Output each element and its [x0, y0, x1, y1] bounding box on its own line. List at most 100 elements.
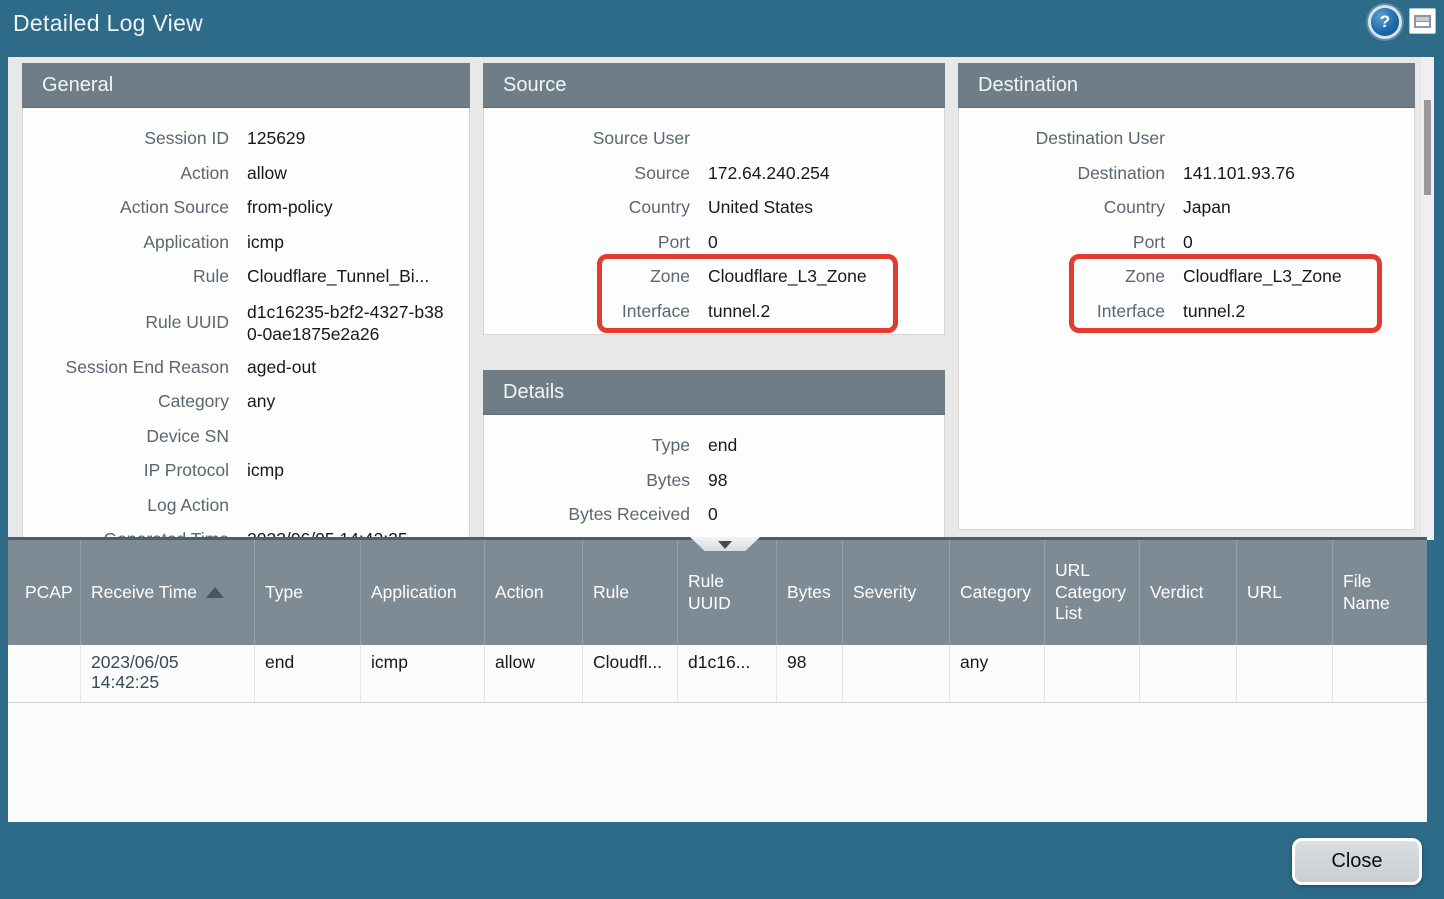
field-value: end [708, 428, 745, 463]
row-bytes: Bytes 98 [484, 463, 944, 498]
detail-region-scrollbar[interactable] [1420, 57, 1434, 540]
column-header-verdict[interactable]: Verdict [1140, 540, 1237, 645]
help-icon[interactable]: ? [1371, 8, 1399, 36]
field-value: any [247, 384, 283, 419]
general-panel-body: Session ID 125629 Action allow Action So… [22, 108, 470, 540]
field-label: Type [484, 428, 690, 463]
column-header-category[interactable]: Category [950, 540, 1045, 645]
field-value: 172.64.240.254 [708, 156, 838, 191]
field-label: Zone [484, 259, 690, 294]
cell-category: any [950, 645, 1045, 702]
column-header-pcap[interactable]: PCAP [8, 540, 81, 645]
column-header-severity[interactable]: Severity [843, 540, 950, 645]
field-value: allow [247, 156, 295, 191]
source-panel-header: Source [483, 63, 945, 108]
cell-url-category-list [1045, 645, 1140, 702]
field-label: Application [23, 225, 229, 260]
scrollbar-thumb[interactable] [1424, 100, 1431, 195]
row-session-end-reason: Session End Reason aged-out [23, 350, 469, 385]
column-header-bytes[interactable]: Bytes [777, 540, 843, 645]
row-source-zone: Zone Cloudflare_L3_Zone [484, 259, 944, 294]
column-header-url[interactable]: URL [1237, 540, 1333, 645]
collapse-arrow-icon [718, 541, 732, 549]
field-label: Interface [484, 294, 690, 329]
cell-receive-time: 2023/06/05 14:42:25 [81, 645, 255, 702]
cell-severity [843, 645, 950, 702]
column-header-receive-time[interactable]: Receive Time [81, 540, 255, 645]
column-label: Type [265, 582, 303, 604]
source-panel: Source Source User Source 172.64.240.254… [483, 63, 945, 335]
log-table: PCAP Receive Time Type Application Actio… [8, 537, 1427, 822]
window-icon-glyph [1414, 15, 1431, 28]
column-header-file-name[interactable]: File Name [1333, 540, 1427, 645]
column-header-action[interactable]: Action [485, 540, 583, 645]
row-source-country: Country United States [484, 190, 944, 225]
row-destination: Destination 141.101.93.76 [959, 156, 1414, 191]
field-label: Rule UUID [23, 294, 229, 350]
field-label: Zone [959, 259, 1165, 294]
column-label: URL Category List [1055, 560, 1129, 626]
field-value [247, 488, 255, 523]
field-value: from-policy [247, 190, 341, 225]
row-destination-zone: Zone Cloudflare_L3_Zone [959, 259, 1414, 294]
details-panel-header: Details [483, 370, 945, 415]
column-label: Rule UUID [688, 571, 766, 615]
field-value: Cloudflare_L3_Zone [1183, 259, 1350, 294]
row-session-id: Session ID 125629 [23, 121, 469, 156]
source-panel-body: Source User Source 172.64.240.254 Countr… [483, 108, 945, 335]
field-label: Destination User [959, 121, 1165, 156]
details-panel: Details Type end Bytes 98 Bytes Received… [483, 370, 945, 540]
field-value: 141.101.93.76 [1183, 156, 1303, 191]
field-value: icmp [247, 453, 292, 488]
row-device-sn: Device SN [23, 419, 469, 454]
column-header-type[interactable]: Type [255, 540, 361, 645]
field-label: IP Protocol [23, 453, 229, 488]
destination-zone-highlight-box: Zone Cloudflare_L3_Zone Interface tunnel… [959, 259, 1414, 328]
cell-rule: Cloudfl... [583, 645, 678, 702]
row-destination-country: Country Japan [959, 190, 1414, 225]
help-icon-glyph: ? [1380, 12, 1390, 32]
field-label: Country [959, 190, 1165, 225]
field-value [708, 121, 716, 156]
field-label: Bytes Received [484, 497, 690, 532]
row-action-source: Action Source from-policy [23, 190, 469, 225]
window-icon[interactable] [1409, 8, 1436, 34]
column-header-rule-uuid[interactable]: Rule UUID [678, 540, 777, 645]
row-bytes-received: Bytes Received 0 [484, 497, 944, 532]
field-value: 125629 [247, 121, 313, 156]
field-value [247, 419, 255, 454]
row-log-action: Log Action [23, 488, 469, 523]
field-value: Japan [1183, 190, 1239, 225]
cell-action: allow [485, 645, 583, 702]
cell-pcap [8, 645, 81, 702]
field-value: d1c16235-b2f2-4327-b380-0ae1875e2a26 [247, 294, 459, 350]
source-zone-highlight-box: Zone Cloudflare_L3_Zone Interface tunnel… [484, 259, 944, 328]
field-label: Port [959, 225, 1165, 260]
close-button[interactable]: Close [1292, 838, 1422, 885]
destination-panel-header: Destination [958, 63, 1415, 108]
cell-application: icmp [361, 645, 485, 702]
column-header-rule[interactable]: Rule [583, 540, 678, 645]
field-value: 0 [708, 497, 726, 532]
row-destination-user: Destination User [959, 121, 1414, 156]
column-label: File Name [1343, 571, 1417, 615]
row-ip-protocol: IP Protocol icmp [23, 453, 469, 488]
field-label: Bytes [484, 463, 690, 498]
column-label: Receive Time [91, 582, 197, 604]
field-label: Source User [484, 121, 690, 156]
cell-url [1237, 645, 1333, 702]
column-label: Action [495, 582, 544, 604]
row-source-interface: Interface tunnel.2 [484, 294, 944, 329]
cell-rule-uuid: d1c16... [678, 645, 777, 702]
cell-type: end [255, 645, 361, 702]
column-header-application[interactable]: Application [361, 540, 485, 645]
column-label: Bytes [787, 582, 831, 604]
table-row[interactable]: 2023/06/05 14:42:25 end icmp allow Cloud… [8, 645, 1427, 703]
row-rule-uuid: Rule UUID d1c16235-b2f2-4327-b380-0ae187… [23, 294, 469, 350]
column-label: URL [1247, 582, 1282, 604]
field-value [1183, 121, 1191, 156]
column-header-url-category-list[interactable]: URL Category List [1045, 540, 1140, 645]
row-application: Application icmp [23, 225, 469, 260]
field-label: Category [23, 384, 229, 419]
sort-ascending-icon [206, 587, 224, 598]
